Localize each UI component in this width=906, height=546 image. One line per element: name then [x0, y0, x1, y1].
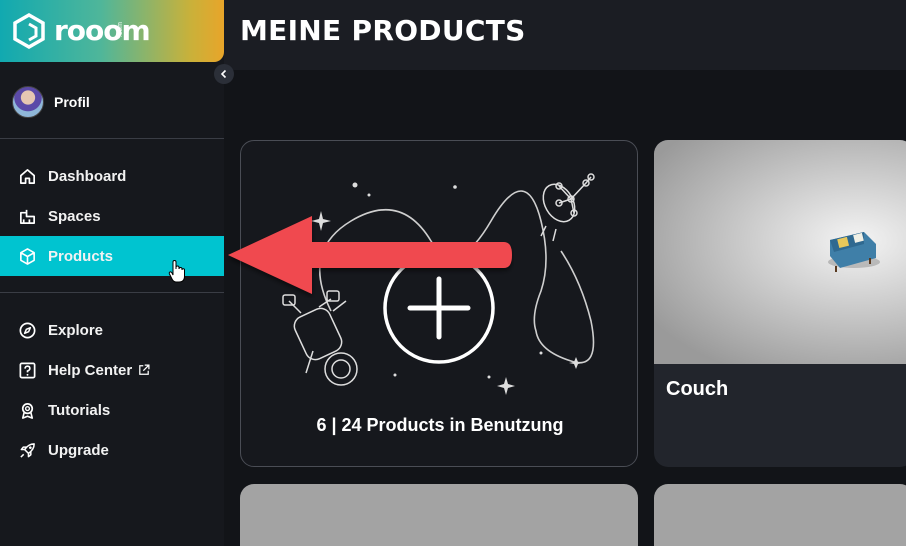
sidebar-item-spaces[interactable]: Spaces [0, 196, 224, 236]
rooom-hex-icon [13, 13, 45, 49]
external-link-icon [139, 364, 150, 375]
sidebar-item-label: Explore [48, 321, 104, 339]
sidebar-item-label: Upgrade [48, 441, 109, 459]
compass-icon [19, 322, 36, 338]
rocket-icon [20, 442, 35, 458]
product-thumbnail [654, 140, 906, 364]
tutorials-icon [21, 402, 34, 419]
add-product-card[interactable]: 6 | 24 Products in Benutzung [240, 140, 638, 467]
annotation-arrow [228, 216, 512, 294]
home-icon [19, 168, 36, 184]
logo-suffix: .com [117, 22, 124, 38]
divider [0, 292, 224, 293]
logo[interactable]: rooom .com [0, 0, 224, 62]
profile-label: Profil [54, 94, 90, 110]
profile-link[interactable]: Profil [12, 86, 90, 118]
sidebar-item-label: Tutorials [48, 401, 111, 419]
product-name: Couch [666, 378, 729, 400]
product-card[interactable]: Couch [654, 140, 906, 467]
sidebar-item-tutorials[interactable]: Tutorials [0, 390, 224, 430]
spaces-icon [19, 209, 36, 224]
sidebar-item-help-center[interactable]: Help Center [0, 350, 224, 390]
sidebar-item-label: Dashboard [48, 167, 127, 185]
sidebar: rooom .com Profil Dashboard Spaces Produ… [0, 0, 224, 546]
sidebar-item-label: Spaces [48, 207, 101, 225]
divider [0, 138, 224, 139]
product-count-text: 6 | 24 Products in Benutzung [316, 415, 564, 435]
avatar [12, 86, 44, 118]
couch-image [828, 232, 880, 272]
sidebar-item-label: Products [48, 247, 114, 265]
hand-cursor-icon [168, 260, 185, 283]
sidebar-item-dashboard[interactable]: Dashboard [0, 156, 224, 196]
product-card[interactable] [240, 484, 638, 546]
help-icon [19, 362, 36, 378]
collapse-sidebar-button[interactable] [214, 64, 234, 84]
sidebar-item-products[interactable]: Products [0, 236, 224, 276]
sidebar-item-upgrade[interactable]: Upgrade [0, 430, 224, 470]
header: MEINE PRODUCTS [224, 0, 906, 70]
page-title: MEINE PRODUCTS [240, 14, 526, 47]
chevron-left-icon [220, 69, 227, 79]
logo-text: rooom [54, 14, 151, 47]
product-card[interactable] [654, 484, 906, 546]
cube-icon [20, 247, 35, 265]
sidebar-item-label: Help Center [48, 361, 133, 379]
sidebar-item-explore[interactable]: Explore [0, 310, 224, 350]
